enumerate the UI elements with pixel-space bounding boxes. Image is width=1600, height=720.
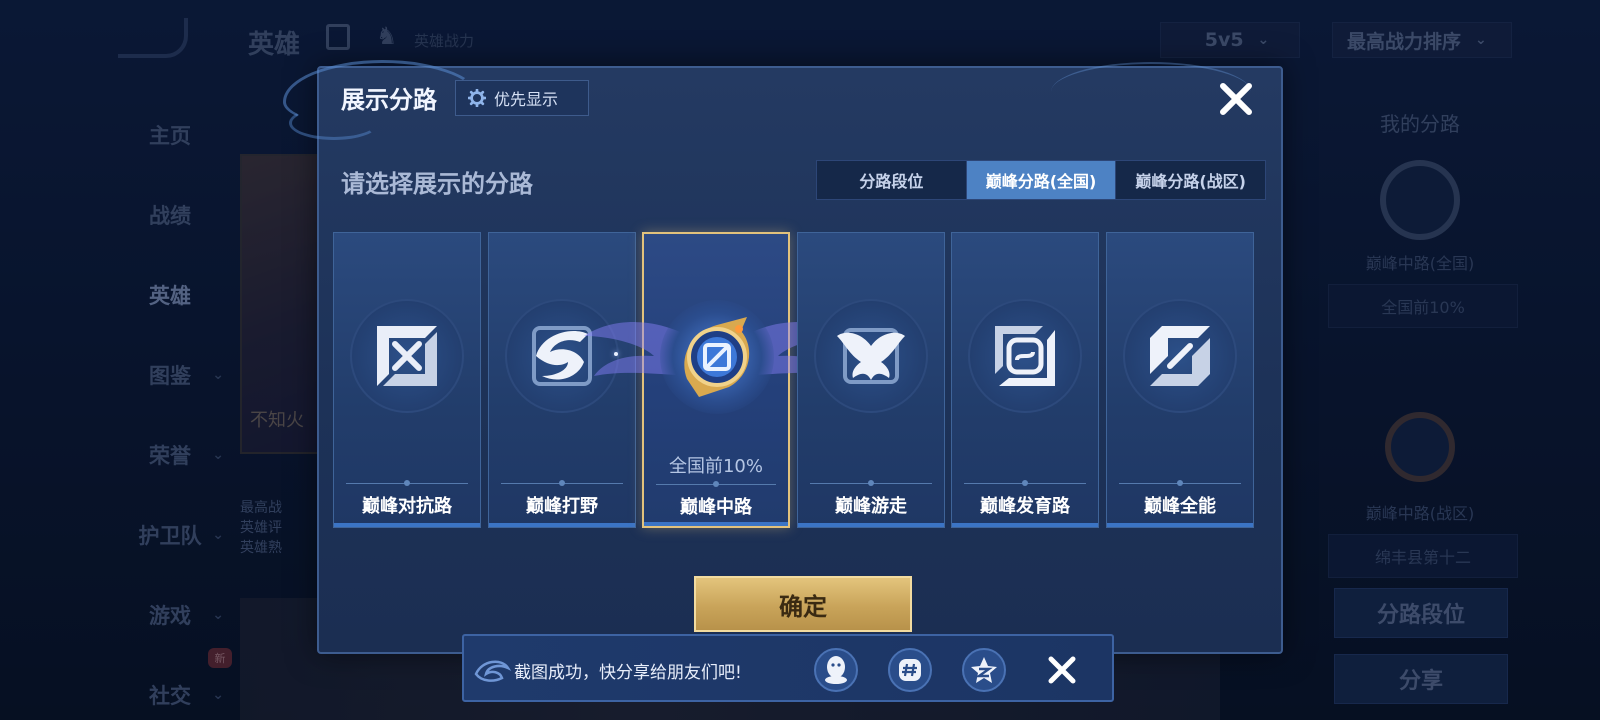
lane-icon-frame	[968, 299, 1082, 413]
card-divider	[346, 483, 468, 484]
card-divider	[964, 483, 1086, 484]
share-qzone-button[interactable]	[962, 648, 1006, 692]
lane-name: 巅峰全能	[1144, 496, 1216, 517]
share-tag-button[interactable]	[888, 648, 932, 692]
qzone-icon	[971, 657, 997, 683]
sparkle-decor	[614, 352, 618, 356]
tab-lane-rank[interactable]: 分路段位	[817, 161, 967, 199]
lane-card-list: 巅峰对抗路 巅峰打野 全国前10% 巅峰中路 巅峰游走 巅峰发育路 巅峰全能	[333, 232, 1267, 528]
lane-type-tabs: 分路段位 巅峰分路(全国) 巅峰分路(战区)	[816, 160, 1266, 200]
dialog-title: 展示分路	[341, 86, 437, 114]
tab-peak-lane-national[interactable]: 巅峰分路(全国)	[966, 161, 1117, 199]
priority-display-button[interactable]: 优先显示	[455, 80, 589, 116]
toast-close-button[interactable]	[1042, 650, 1082, 690]
confirm-button[interactable]: 确定	[694, 576, 912, 632]
lane-icon-frame	[1123, 299, 1237, 413]
lane-name: 巅峰中路	[680, 497, 752, 518]
lane-name: 巅峰对抗路	[362, 496, 452, 517]
lane-icon-frame	[660, 300, 774, 414]
lane-card-farm[interactable]: 巅峰发育路	[951, 232, 1099, 528]
priority-display-label: 优先显示	[494, 90, 559, 109]
gear-icon	[468, 89, 486, 107]
tab-peak-lane-region[interactable]: 巅峰分路(战区)	[1116, 161, 1265, 199]
card-divider	[810, 483, 932, 484]
card-divider	[501, 483, 623, 484]
swirl-logo-icon	[474, 660, 512, 682]
roam-icon	[837, 328, 905, 384]
close-icon	[1220, 83, 1252, 115]
farm-lane-icon	[995, 326, 1055, 386]
lane-rank: 全国前10%	[668, 456, 763, 477]
lane-name: 巅峰打野	[526, 496, 598, 517]
lane-icon-frame	[814, 299, 928, 413]
card-divider	[1119, 483, 1241, 484]
close-icon	[1048, 656, 1076, 684]
share-qq-button[interactable]	[814, 648, 858, 692]
qq-icon	[825, 656, 847, 684]
lane-name: 巅峰游走	[835, 496, 907, 517]
mid-lane-emblem-icon	[684, 317, 750, 397]
card-divider	[656, 484, 776, 485]
clash-lane-icon	[377, 326, 437, 386]
tag-icon	[899, 659, 921, 681]
display-lane-dialog: 展示分路 优先显示 请选择展示的分路 分路段位 巅峰分路(全国) 巅峰分路(战区…	[283, 60, 1283, 654]
lane-icon-frame	[350, 299, 464, 413]
all-round-icon	[1150, 326, 1210, 386]
lane-card-allround[interactable]: 巅峰全能	[1106, 232, 1254, 528]
lane-name: 巅峰发育路	[980, 496, 1070, 517]
screenshot-toast: 截图成功，快分享给朋友们吧!	[462, 634, 1114, 702]
lane-card-clash[interactable]: 巅峰对抗路	[333, 232, 481, 528]
section-label: 请选择展示的分路	[341, 170, 533, 198]
close-button[interactable]	[1213, 76, 1259, 122]
toast-message: 截图成功，快分享给朋友们吧!	[514, 663, 742, 683]
lane-card-mid[interactable]: 全国前10% 巅峰中路	[584, 232, 848, 528]
lane-card-roam[interactable]: 巅峰游走	[797, 232, 945, 528]
